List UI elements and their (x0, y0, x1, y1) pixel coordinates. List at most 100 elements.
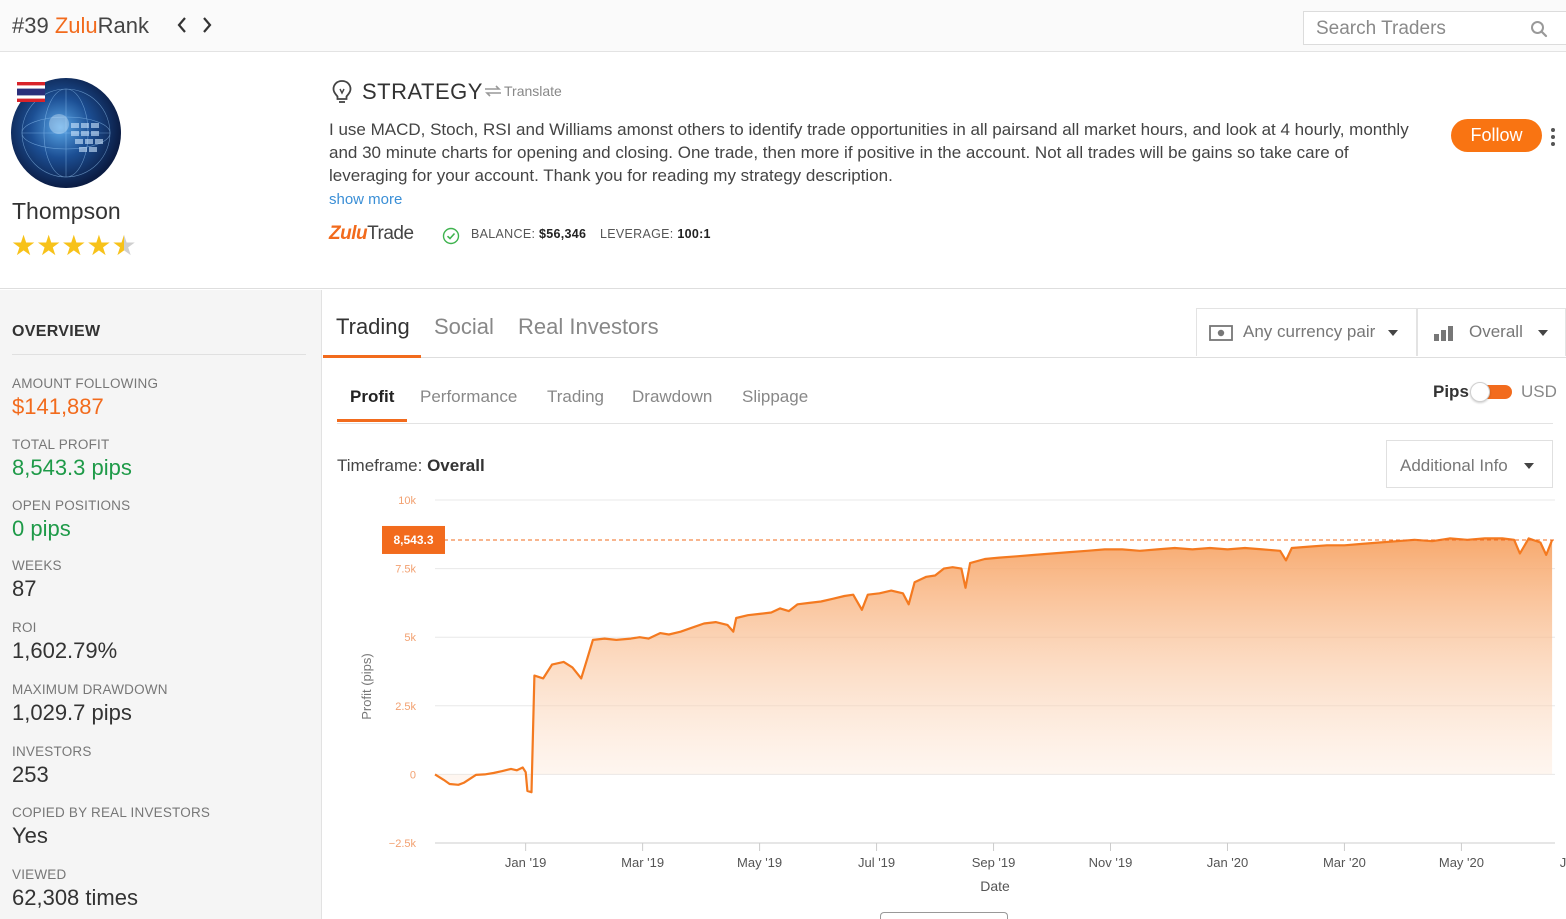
stat-value: 1,029.7 pips (12, 700, 132, 725)
stat-label: ROI (12, 620, 37, 635)
logo-zulu: Zulu (329, 223, 368, 244)
translate-icon (485, 85, 501, 97)
next-trader-button[interactable] (197, 12, 217, 38)
previous-trader-button[interactable] (172, 12, 192, 38)
star-icon: ★ (11, 230, 37, 261)
stat-label: VIEWED (12, 867, 67, 882)
stat-value: Yes (12, 823, 48, 848)
tab-social[interactable]: Social (434, 314, 494, 340)
subtab-profit[interactable]: Profit (350, 387, 394, 407)
chevron-down-icon (1524, 463, 1534, 469)
stat-value: 87 (12, 576, 37, 601)
timeframe-value: Overall (427, 456, 485, 475)
x-tick-label: Jan '20 (1207, 855, 1249, 870)
stat-label: COPIED BY REAL INVESTORS (12, 805, 211, 820)
stat-value: 1,602.79% (12, 638, 118, 663)
chevron-right-icon (203, 17, 212, 33)
y-tick-label: −2.5k (389, 838, 417, 850)
stat-label: INVESTORS (12, 744, 92, 759)
stat-value: 0 pips (12, 516, 71, 541)
additional-info-label: Additional Info (1400, 456, 1508, 475)
half-star-icon: ★ (111, 230, 137, 261)
subtab-drawdown[interactable]: Drawdown (632, 387, 712, 407)
balance-info: BALANCE: $56,346 (471, 227, 586, 241)
bar-chart-icon (1434, 326, 1453, 341)
logo-trade: Trade (367, 223, 414, 244)
star-icon: ★ (61, 230, 87, 261)
x-tick-label: Nov '19 (1089, 855, 1133, 870)
rank-brand-zulu: Zulu (54, 13, 98, 38)
x-tick-label: Jan '19 (505, 855, 547, 870)
y-tick-label: 5k (404, 632, 416, 644)
chart-navigator-handle[interactable] (880, 912, 1008, 919)
y-axis-title: Profit (pips) (359, 653, 374, 719)
subtab-slippage[interactable]: Slippage (742, 387, 808, 407)
timeframe-label: Timeframe: (337, 456, 423, 475)
subtab-trading[interactable]: Trading (547, 387, 604, 407)
pips-usd-toggle[interactable] (1470, 382, 1512, 402)
chevron-down-icon (1538, 330, 1548, 336)
translate-button[interactable]: Translate (482, 83, 562, 99)
stat-value: 253 (12, 762, 49, 787)
timeframe-indicator: Timeframe: Overall (337, 456, 485, 476)
currency-pair-dropdown[interactable]: Any currency pair (1196, 308, 1417, 356)
lightbulb-icon (332, 80, 352, 103)
stat-value: 8,543.3 pips (12, 455, 132, 480)
verified-check-icon (442, 227, 460, 245)
stat-label: MAXIMUM DRAWDOWN (12, 682, 168, 697)
x-tick-label: Mar '19 (621, 855, 664, 870)
stat-label: TOTAL PROFIT (12, 437, 110, 452)
overview-title: OVERVIEW (12, 323, 101, 340)
toggle-knob (1470, 382, 1490, 402)
more-options-icon[interactable] (1548, 128, 1558, 150)
currency-pair-value: Any currency pair (1243, 322, 1376, 341)
profit-chart: −2.5k 0 2.5k 5k 7.5k 10k 8,543.3 Jan '19 Mar '19… (359, 495, 1566, 894)
balance-label: BALANCE: (471, 227, 536, 241)
tab-real-investors[interactable]: Real Investors (518, 314, 659, 340)
subtab-performance[interactable]: Performance (420, 387, 517, 407)
period-dropdown[interactable]: Overall (1417, 308, 1566, 356)
stat-label: OPEN POSITIONS (12, 498, 131, 513)
top-bar: #39 ZuluRank (0, 0, 1566, 52)
rank-number: #39 (12, 13, 49, 38)
overview-sidebar: OVERVIEW AMOUNT FOLLOWING $141,887 TOTAL P… (0, 290, 322, 919)
zulutrade-logo: ZuluTrade (329, 223, 414, 245)
chevron-left-icon (177, 17, 186, 33)
leverage-value: 100:1 (677, 227, 711, 241)
y-tick-label: 2.5k (395, 701, 416, 713)
active-subtab-indicator (337, 419, 407, 422)
stat-label: AMOUNT FOLLOWING (12, 376, 159, 391)
strategy-description: I use MACD, Stoch, RSI and Williams amon… (329, 120, 1409, 185)
stat-label: WEEKS (12, 558, 62, 573)
show-more-link[interactable]: show more (329, 191, 402, 208)
trader-profile-header: Thompson ★★★★★ STRATEGY Translate I use … (0, 52, 1566, 289)
tab-trading[interactable]: Trading (336, 314, 410, 340)
stat-value: $141,887 (12, 394, 104, 419)
y-tick-label: 0 (410, 769, 416, 781)
trader-name: Thompson (12, 198, 121, 224)
chevron-down-icon (1388, 330, 1398, 336)
zulurank-title: #39 ZuluRank (12, 13, 149, 39)
y-tick-label: 10k (398, 495, 416, 507)
follow-button[interactable]: Follow (1451, 119, 1542, 152)
period-value: Overall (1469, 322, 1523, 341)
current-value-label: 8,543.3 (393, 533, 433, 547)
y-tick-label: 7.5k (395, 564, 416, 576)
search-icon[interactable] (1530, 20, 1548, 38)
main-tabs: Trading Social Real Investors Any curren… (323, 290, 1566, 358)
x-tick-label: Jul '19 (858, 855, 895, 870)
stat-value: 62,308 times (12, 885, 138, 910)
x-tick-label: May '20 (1439, 855, 1484, 870)
x-tick-label: Jul '20 (1560, 855, 1566, 870)
star-rating: ★★★★★ (11, 231, 137, 261)
star-icon: ★ (36, 230, 62, 261)
pips-label: Pips (1433, 382, 1469, 401)
sub-tabs: Profit Performance Trading Drawdown Slip… (337, 358, 1553, 424)
search-traders-input[interactable] (1316, 17, 1516, 41)
divider (12, 354, 306, 355)
translate-label: Translate (504, 83, 562, 99)
search-box (1303, 11, 1566, 45)
x-tick-label: Mar '20 (1323, 855, 1366, 870)
x-tick-label: Sep '19 (972, 855, 1016, 870)
x-axis-title: Date (980, 878, 1010, 894)
